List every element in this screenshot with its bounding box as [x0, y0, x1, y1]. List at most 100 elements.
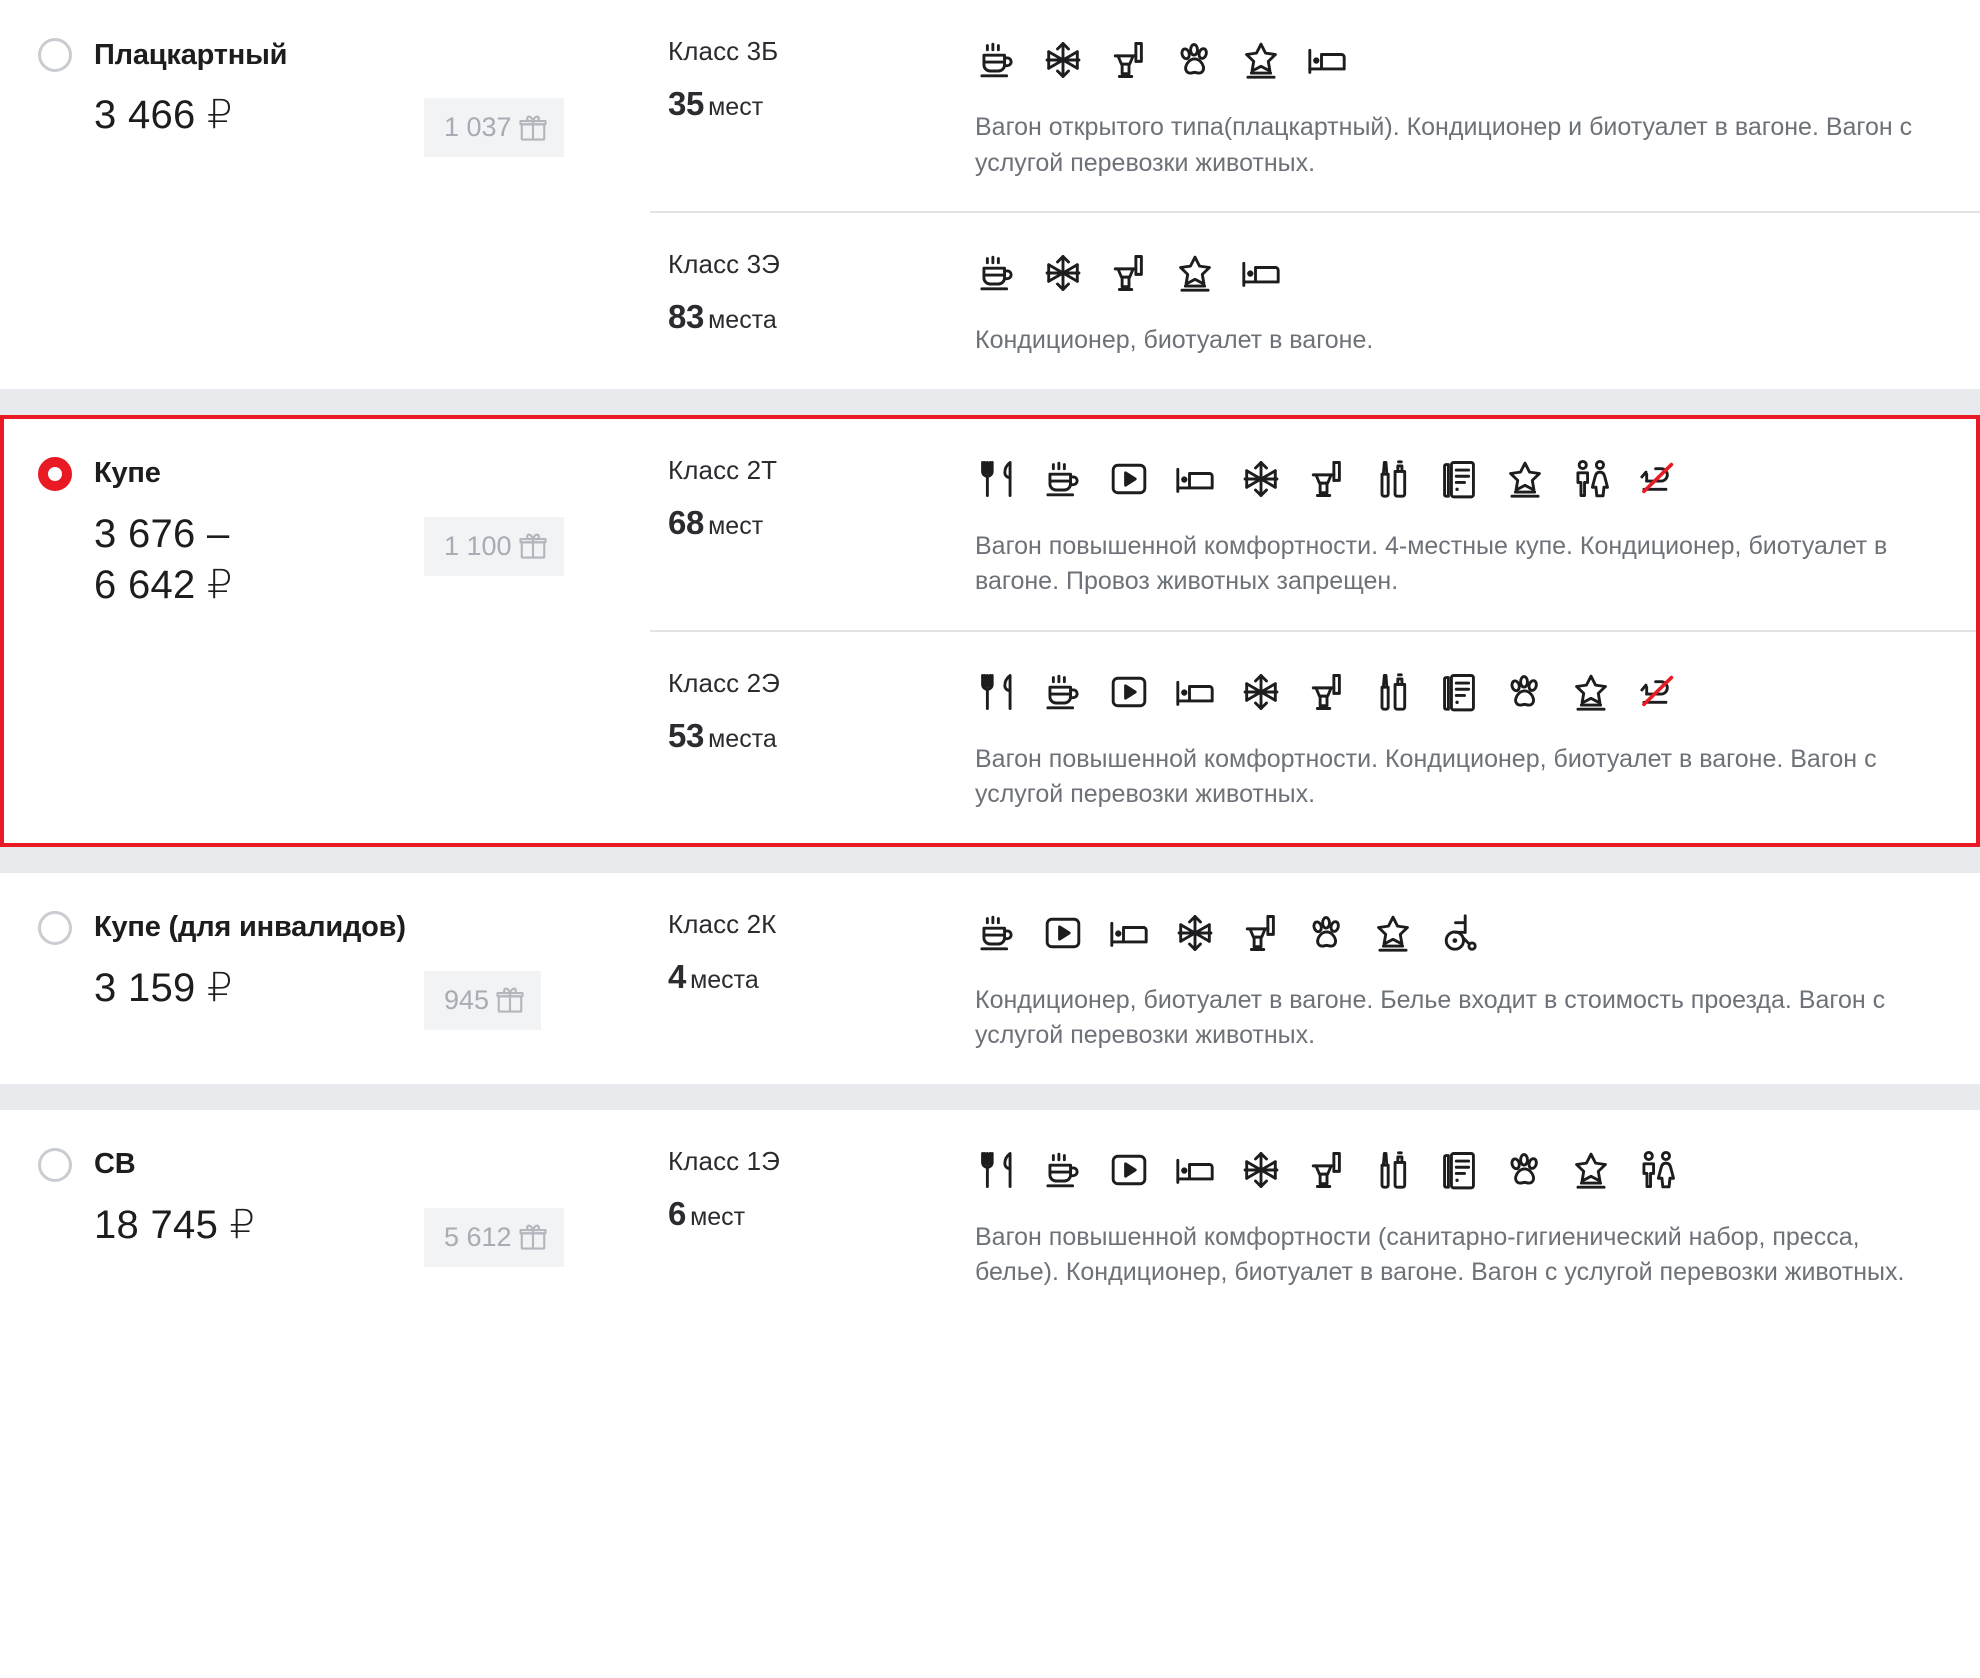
- car-type-price: 3 466 ₽: [94, 93, 233, 137]
- car-type-name: СВ: [94, 1148, 136, 1180]
- car-class-description: Кондиционер, биотуалет в вагоне.: [975, 326, 1374, 354]
- meal-icon: [975, 1148, 1019, 1192]
- car-type-radio[interactable]: [38, 456, 72, 491]
- car-class-description: Вагон повышенной комфортности. Кондицион…: [975, 744, 1877, 809]
- car-type-summary: Купе (для инвалидов) 3 159 ₽ 945: [0, 873, 650, 1068]
- car-class-info: Кондиционер, биотуалет в вагоне. Белье в…: [975, 909, 1940, 1054]
- car-class-meta: Класс 1Э 6 мест: [650, 1146, 975, 1233]
- hygiene-kit-icon: [1371, 1148, 1415, 1192]
- cup-icon: [1041, 670, 1085, 714]
- car-type-header[interactable]: Плацкартный: [38, 38, 650, 72]
- cup-icon: [975, 251, 1019, 295]
- hygiene-kit-icon: [1371, 457, 1415, 501]
- seats-count: 6: [668, 1194, 687, 1232]
- car-class-row[interactable]: Класс 3Б 35 мест Вагон открытого типа(пл…: [650, 0, 1980, 211]
- car-class-label: Класс 1Э: [668, 1145, 780, 1176]
- car-type-header[interactable]: Купе: [38, 456, 650, 491]
- price-row: 3 676 – 6 642 ₽ 1 100: [38, 509, 650, 611]
- car-type-radio[interactable]: [38, 38, 72, 72]
- car-class-row[interactable]: Класс 2К 4 места Кондиционер, биотуалет …: [650, 873, 1980, 1084]
- car-class-row[interactable]: Класс 2Э 53 места Вагон повышенной комфо…: [650, 629, 1980, 843]
- paw-icon: [1503, 1148, 1547, 1192]
- price-row: 3 466 ₽ 1 037: [38, 90, 650, 157]
- cup-icon: [975, 38, 1019, 82]
- car-class-meta: Класс 2Э 53 места: [650, 668, 975, 755]
- seats-available: 4 места: [668, 958, 975, 996]
- seats-count: 4: [668, 957, 687, 995]
- bed-icon: [1239, 251, 1283, 295]
- toilet-icon: [1107, 38, 1151, 82]
- car-class-description: Вагон открытого типа(плацкартный). Конди…: [975, 113, 1913, 177]
- cup-icon: [1041, 1148, 1085, 1192]
- car-type-price: 3 676 – 6 642 ₽: [94, 511, 233, 607]
- car-type-summary: Плацкартный 3 466 ₽ 1 037: [0, 0, 650, 195]
- car-type-block[interactable]: Плацкартный 3 466 ₽ 1 037 Класс 3Б 35 ме…: [0, 0, 1980, 389]
- bonus-points-badge: 1 100: [424, 516, 564, 576]
- gender-cabin-icon: [1569, 457, 1613, 501]
- car-class-list: Класс 3Б 35 мест Вагон открытого типа(пл…: [650, 0, 1980, 389]
- car-class-label: Класс 3Э: [668, 249, 780, 279]
- car-type-name: Купе (для инвалидов): [94, 911, 406, 943]
- car-type-radio[interactable]: [38, 910, 72, 945]
- gender-cabin-icon: [1635, 1148, 1679, 1192]
- seats-available: 53 места: [668, 717, 975, 755]
- meal-icon: [975, 457, 1019, 501]
- car-type-header[interactable]: Купе (для инвалидов): [38, 910, 650, 945]
- toilet-icon: [1107, 251, 1151, 295]
- no-pets-icon: [1635, 457, 1679, 501]
- price-row: 18 745 ₽ 5 612: [38, 1200, 650, 1267]
- car-type-block[interactable]: Купе (для инвалидов) 3 159 ₽ 945 Класс 2…: [0, 872, 1980, 1084]
- bed-icon: [1173, 1148, 1217, 1192]
- car-class-description: Кондиционер, биотуалет в вагоне. Белье в…: [975, 985, 1886, 1050]
- seats-count: 53: [668, 716, 705, 754]
- bonus-points-badge: 945: [424, 970, 542, 1030]
- car-class-info: Вагон повышенной комфортности. 4-местные…: [975, 455, 1940, 600]
- snowflake-icon: [1239, 1148, 1283, 1192]
- amenities-icon-strip: [975, 668, 1940, 716]
- bed-icon: [1107, 911, 1151, 955]
- car-type-block[interactable]: СВ 18 745 ₽ 5 612 Класс 1Э 6 мест Вагон …: [0, 1109, 1980, 1321]
- snowflake-icon: [1239, 670, 1283, 714]
- car-type-header[interactable]: СВ: [38, 1147, 650, 1182]
- price-row: 3 159 ₽ 945: [38, 963, 650, 1030]
- video-icon: [1041, 911, 1085, 955]
- snowflake-icon: [1041, 38, 1085, 82]
- bonus-points-badge: 1 037: [424, 98, 564, 157]
- car-class-row[interactable]: Класс 1Э 6 мест Вагон повышенной комфорт…: [650, 1110, 1980, 1321]
- seats-unit: мест: [690, 1202, 746, 1231]
- video-icon: [1107, 457, 1151, 501]
- meal-icon: [975, 670, 1019, 714]
- video-icon: [1107, 1148, 1151, 1192]
- paw-icon: [1173, 38, 1217, 82]
- car-class-info: Кондиционер, биотуалет в вагоне.: [975, 249, 1940, 359]
- press-icon: [1437, 1148, 1481, 1192]
- no-pets-icon: [1635, 670, 1679, 714]
- gift-icon: [495, 985, 525, 1015]
- car-type-block[interactable]: Купе 3 676 – 6 642 ₽ 1 100 Класс 2Т 68 м…: [0, 414, 1980, 847]
- car-class-info: Вагон открытого типа(плацкартный). Конди…: [975, 36, 1940, 181]
- car-class-label: Класс 2Э: [668, 667, 780, 698]
- car-class-list: Класс 2Т 68 мест Вагон повышенной комфор…: [650, 419, 1980, 843]
- press-icon: [1437, 670, 1481, 714]
- car-type-price: 3 159 ₽: [94, 965, 233, 1010]
- seats-unit: мест: [708, 93, 764, 121]
- seats-available: 6 мест: [668, 1195, 975, 1233]
- car-type-radio[interactable]: [38, 1147, 72, 1182]
- car-class-row[interactable]: Класс 2Т 68 мест Вагон повышенной комфор…: [650, 419, 1980, 630]
- paw-icon: [1503, 670, 1547, 714]
- snowflake-icon: [1239, 457, 1283, 501]
- bonus-points-value: 1 100: [444, 530, 512, 561]
- amenities-icon-strip: [975, 455, 1940, 503]
- bonus-points-value: 5 612: [444, 1221, 512, 1252]
- snowflake-icon: [1041, 251, 1085, 295]
- toilet-icon: [1305, 1148, 1349, 1192]
- amenities-icon-strip: [975, 1146, 1940, 1194]
- star-icon: [1569, 670, 1613, 714]
- seats-available: 68 мест: [668, 504, 975, 542]
- car-class-list: Класс 2К 4 места Кондиционер, биотуалет …: [650, 873, 1980, 1084]
- wagon-type-list: Плацкартный 3 466 ₽ 1 037 Класс 3Б 35 ме…: [0, 0, 1980, 1321]
- car-class-row[interactable]: Класс 3Э 83 места Кондиционер, биотуалет…: [650, 211, 1980, 389]
- cup-icon: [1041, 457, 1085, 501]
- amenities-icon-strip: [975, 249, 1940, 297]
- gift-icon: [518, 1222, 548, 1252]
